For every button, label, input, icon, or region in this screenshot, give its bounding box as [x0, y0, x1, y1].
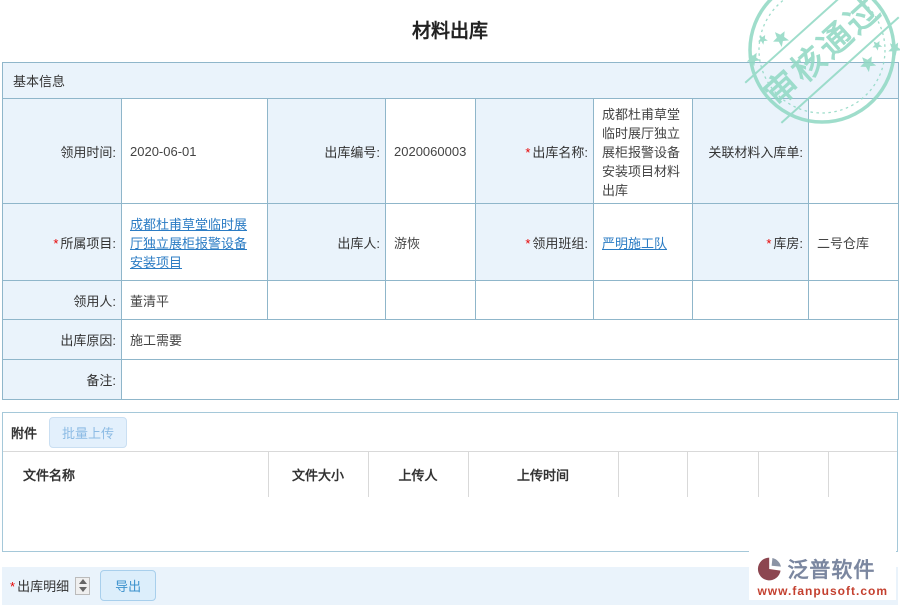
basic-info-table: 基本信息 领用时间: 2020-06-01 出库编号: 2020060003 *… — [2, 62, 899, 400]
field-outbound-no-value: 2020060003 — [386, 99, 476, 204]
required-mark: * — [525, 145, 530, 160]
empty-cell — [693, 281, 809, 320]
page-title: 材料出库 — [0, 0, 900, 62]
fanpu-logo-icon — [757, 556, 783, 582]
team-link[interactable]: 严明施工队 — [602, 236, 667, 251]
required-mark: * — [766, 236, 771, 251]
table-row: 领用人: 董清平 — [3, 281, 899, 320]
field-recipient-value: 董清平 — [122, 281, 268, 320]
field-project-value: 成都杜甫草堂临时展厅独立展柜报警设备安装项目 — [122, 204, 268, 281]
col-empty — [687, 452, 758, 497]
field-outbound-name-label: *出库名称: — [476, 99, 594, 204]
field-reason-value: 施工需要 — [122, 320, 899, 360]
field-recipient-label: 领用人: — [3, 281, 122, 320]
empty-cell — [594, 281, 693, 320]
brand-name: 泛普软件 — [787, 554, 875, 584]
arrow-up-icon — [79, 579, 87, 584]
attachments-title: 附件 — [11, 423, 37, 442]
field-leave-time-label: 领用时间: — [3, 99, 122, 204]
attachments-header: 附件 批量上传 — [3, 413, 897, 451]
empty-cell — [268, 281, 386, 320]
empty-cell — [476, 281, 594, 320]
col-upload-time: 上传时间 — [468, 452, 618, 497]
section-header-row: 基本信息 — [3, 63, 899, 99]
required-mark: * — [53, 236, 58, 251]
table-row: *所属项目: 成都杜甫草堂临时展厅独立展柜报警设备安装项目 出库人: 游恢 *领… — [3, 204, 899, 281]
attachments-empty-row — [3, 497, 897, 551]
field-outbound-name-value: 成都杜甫草堂临时展厅独立展柜报警设备安装项目材料出库 — [594, 99, 693, 204]
required-mark: * — [525, 236, 530, 251]
empty-cell — [809, 281, 899, 320]
field-team-value: 严明施工队 — [594, 204, 693, 281]
col-empty — [828, 452, 897, 497]
outbound-details-label: *出库明细 — [10, 576, 69, 595]
export-button[interactable]: 导出 — [100, 570, 156, 601]
field-warehouse-value: 二号仓库 — [809, 204, 899, 281]
col-file-size: 文件大小 — [268, 452, 368, 497]
field-issuer-label: 出库人: — [268, 204, 386, 281]
col-uploader: 上传人 — [368, 452, 468, 497]
batch-upload-button[interactable]: 批量上传 — [49, 417, 127, 448]
field-warehouse-label: *库房: — [693, 204, 809, 281]
col-empty — [758, 452, 828, 497]
table-row: 领用时间: 2020-06-01 出库编号: 2020060003 *出库名称:… — [3, 99, 899, 204]
table-row: 备注: — [3, 360, 899, 400]
field-leave-time-value: 2020-06-01 — [122, 99, 268, 204]
field-outbound-no-label: 出库编号: — [268, 99, 386, 204]
field-related-inbound-label: 关联材料入库单: — [693, 99, 809, 204]
field-remark-label: 备注: — [3, 360, 122, 400]
field-project-label: *所属项目: — [3, 204, 122, 281]
empty-cell — [386, 281, 476, 320]
sort-spinner-icon[interactable] — [75, 577, 90, 595]
vendor-logo: 泛普软件 www.fanpusoft.com — [749, 551, 896, 600]
field-remark-value — [122, 360, 899, 400]
section-title-basic-info: 基本信息 — [3, 63, 899, 99]
arrow-down-icon — [79, 587, 87, 592]
attachments-empty-area — [3, 497, 897, 551]
field-related-inbound-value — [809, 99, 899, 204]
field-issuer-value: 游恢 — [386, 204, 476, 281]
project-link[interactable]: 成都杜甫草堂临时展厅独立展柜报警设备安装项目 — [130, 217, 247, 270]
required-mark: * — [10, 579, 15, 594]
col-empty — [618, 452, 687, 497]
brand-url: www.fanpusoft.com — [757, 584, 888, 598]
attachments-section: 附件 批量上传 文件名称 文件大小 上传人 上传时间 — [2, 412, 898, 552]
field-reason-label: 出库原因: — [3, 320, 122, 360]
field-team-label: *领用班组: — [476, 204, 594, 281]
attachments-table: 文件名称 文件大小 上传人 上传时间 — [3, 451, 897, 551]
col-file-name: 文件名称 — [3, 452, 268, 497]
table-row: 出库原因: 施工需要 — [3, 320, 899, 360]
attachments-header-row: 文件名称 文件大小 上传人 上传时间 — [3, 452, 897, 497]
